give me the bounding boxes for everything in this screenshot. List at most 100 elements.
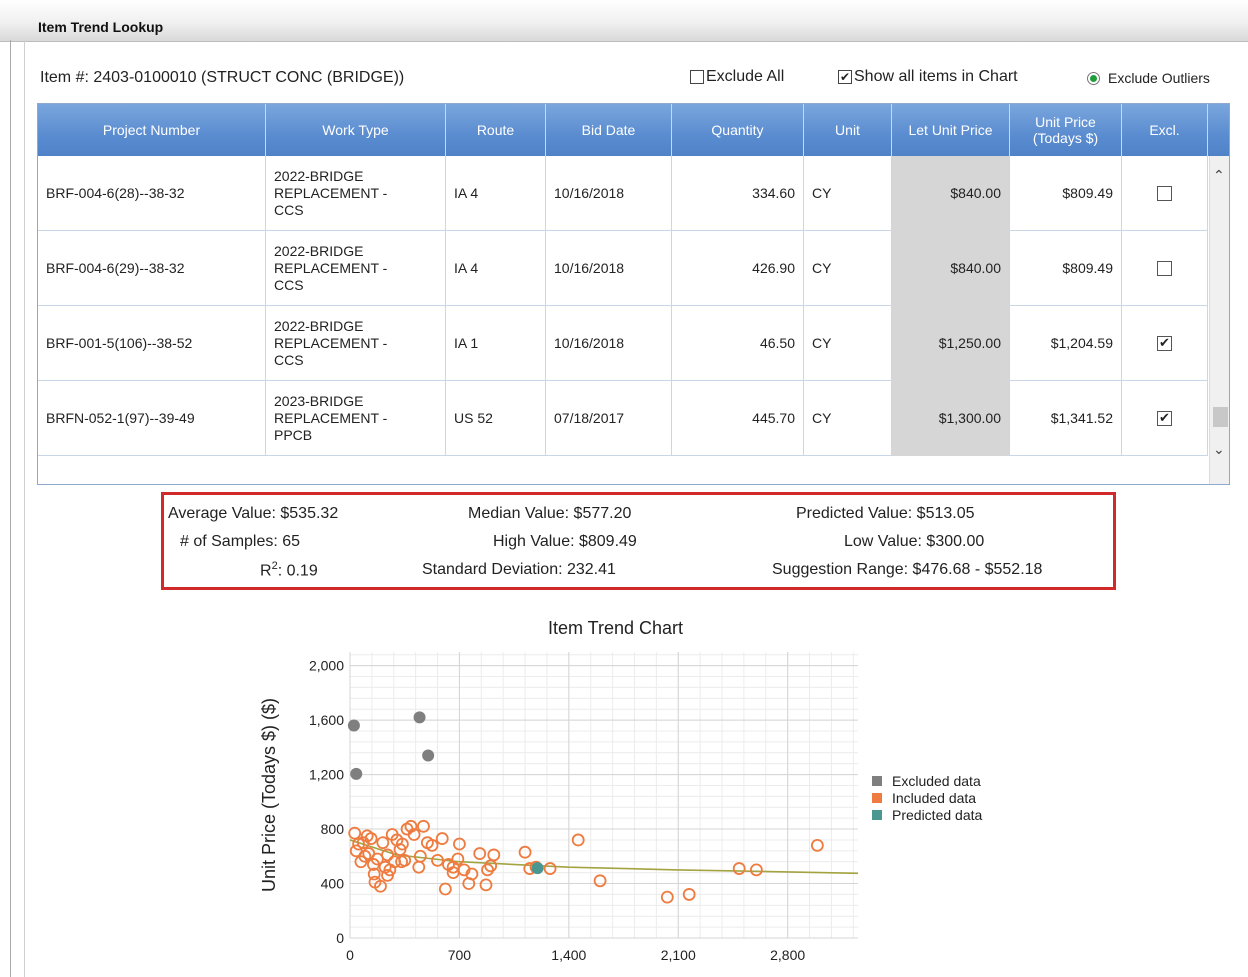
legend-item-predicted: Predicted data [872,806,982,823]
grid-header: Project Number Work Type Route Bid Date … [38,104,1229,156]
cell-unit-price-todays: $1,341.52 [1010,381,1122,456]
exclude-all-checkbox[interactable]: Exclude All [690,68,784,86]
predicted-data-point [531,862,544,875]
work-type-line: 2023-BRIDGE [274,393,364,409]
included-data-point [367,867,381,881]
cell-let-unit-price: $1,300.00 [892,381,1010,456]
statistics-summary-box: Average Value: $535.32 Median Value: $57… [161,492,1116,590]
r-squared: R2: 0.19 [260,560,318,580]
x-tick-label: 700 [448,947,472,963]
included-data-point [446,866,460,880]
checkbox-box[interactable] [690,70,704,84]
cell-unit-price-todays: $809.49 [1010,231,1122,306]
work-type-line: REPLACEMENT - [274,260,388,276]
predicted-value: Predicted Value: $513.05 [796,505,975,522]
cell-let-unit-price: $840.00 [892,231,1010,306]
work-type-line: CCS [274,352,304,368]
x-tick-label: 2,100 [661,947,696,963]
chevron-up-icon[interactable]: ⌃ [1213,168,1225,184]
legend-swatch [872,792,882,803]
cell-route: US 52 [446,381,546,456]
cell-work-type: 2022-BRIDGE REPLACEMENT - CCS [266,156,446,231]
included-data-point [438,882,452,896]
cell-work-type: 2022-BRIDGE REPLACEMENT - CCS [266,231,446,306]
x-tick-label: 1,400 [551,947,586,963]
included-data-point [381,868,394,882]
window-titlebar: Item Trend Lookup [0,0,1248,42]
exclude-outliers-radio[interactable]: Exclude Outliers [1087,70,1210,86]
header-bid-date[interactable]: Bid Date [546,104,672,156]
header-unit-price-line2: (Todays $) [1032,130,1099,146]
header-project-number[interactable]: Project Number [38,104,266,156]
chevron-down-icon[interactable]: ⌄ [1213,442,1225,458]
included-data-point [810,838,824,852]
checkbox-box-checked[interactable]: ✔ [838,70,852,84]
exclude-checkbox[interactable] [1157,261,1172,276]
chart-title: Item Trend Chart [548,618,684,638]
projects-grid: Project Number Work Type Route Bid Date … [37,103,1230,485]
legend-label: Excluded data [892,772,981,789]
included-data-point [479,878,493,892]
exclude-checkbox[interactable] [1157,186,1172,201]
cell-let-unit-price: $1,250.00 [892,306,1010,381]
included-data-point [431,853,444,867]
exclude-outliers-label: Exclude Outliers [1108,70,1210,86]
work-type-line: 2022-BRIDGE [274,168,364,184]
included-data-point [425,838,439,852]
y-axis-label: Unit Price (Todays $) ($) [259,698,279,892]
included-data-point [417,819,430,833]
header-work-type[interactable]: Work Type [266,104,446,156]
low-value: Low Value: $300.00 [844,533,985,550]
show-all-items-label: Show all items in Chart [854,68,1018,85]
standard-deviation: Standard Deviation: 232.41 [422,561,616,578]
cell-unit-price-todays: $809.49 [1010,156,1122,231]
exclude-checkbox[interactable]: ✔ [1157,411,1172,426]
included-data-point [407,828,421,841]
cell-excl: ✔ [1122,381,1208,456]
radio-button[interactable] [1087,71,1100,85]
table-row[interactable]: BRF-001-5(106)--38-52 2022-BRIDGE REPLAC… [38,306,1208,381]
included-data-point [435,832,449,845]
included-data-point [487,848,501,862]
included-data-point [571,833,585,847]
table-row[interactable]: BRFN-052-1(97)--39-49 2023-BRIDGE REPLAC… [38,381,1208,456]
vertical-scrollbar[interactable]: ⌃ ⌄ [1209,156,1229,484]
header-route[interactable]: Route [446,104,546,156]
cell-unit: CY [804,306,892,381]
included-data-point [376,836,390,850]
frame-border [10,40,11,977]
work-type-line: 2022-BRIDGE [274,318,364,334]
legend-label: Included data [892,789,977,806]
header-let-unit-price[interactable]: Let Unit Price [892,104,1010,156]
cell-bid-date: 10/16/2018 [546,306,672,381]
item-trend-chart: 0 400 800 1,200 1,600 2,000 0 700 1,400 2,100 2,80… [259,652,859,963]
cell-let-unit-price: $840.00 [892,156,1010,231]
header-quantity[interactable]: Quantity [672,104,804,156]
plot-area: 0 400 800 1,200 1,600 2,000 0 700 1,400 2,100 2,80… [259,652,859,963]
cell-work-type: 2022-BRIDGE REPLACEMENT - CCS [266,306,446,381]
excluded-data-point [347,719,360,732]
cell-project-number: BRF-001-5(106)--38-52 [38,306,266,381]
show-all-items-checkbox[interactable]: ✔ Show all items in Chart [838,68,1018,86]
exclude-checkbox[interactable]: ✔ [1157,336,1172,351]
header-unit-price-todays[interactable]: Unit Price (Todays $) [1010,104,1122,156]
table-row[interactable]: BRF-004-6(29)--38-32 2022-BRIDGE REPLACE… [38,231,1208,306]
included-data-point [348,826,362,840]
y-tick-label: 400 [321,876,345,892]
scrollbar-thumb[interactable] [1213,407,1228,427]
included-data-point [543,862,557,875]
header-excl[interactable]: Excl. [1122,104,1208,156]
cell-quantity: 334.60 [672,156,804,231]
table-row[interactable]: BRF-004-6(28)--38-32 2022-BRIDGE REPLACE… [38,156,1208,231]
header-unit[interactable]: Unit [804,104,892,156]
cell-bid-date: 10/16/2018 [546,156,672,231]
included-data-point [453,837,466,851]
work-type-line: CCS [274,202,304,218]
cell-unit: CY [804,381,892,456]
cell-route: IA 4 [446,231,546,306]
included-data-point [413,849,427,863]
exclude-all-label: Exclude All [706,68,785,85]
cell-excl: ✔ [1122,306,1208,381]
legend-swatch [872,809,882,820]
cell-quantity: 46.50 [672,306,804,381]
